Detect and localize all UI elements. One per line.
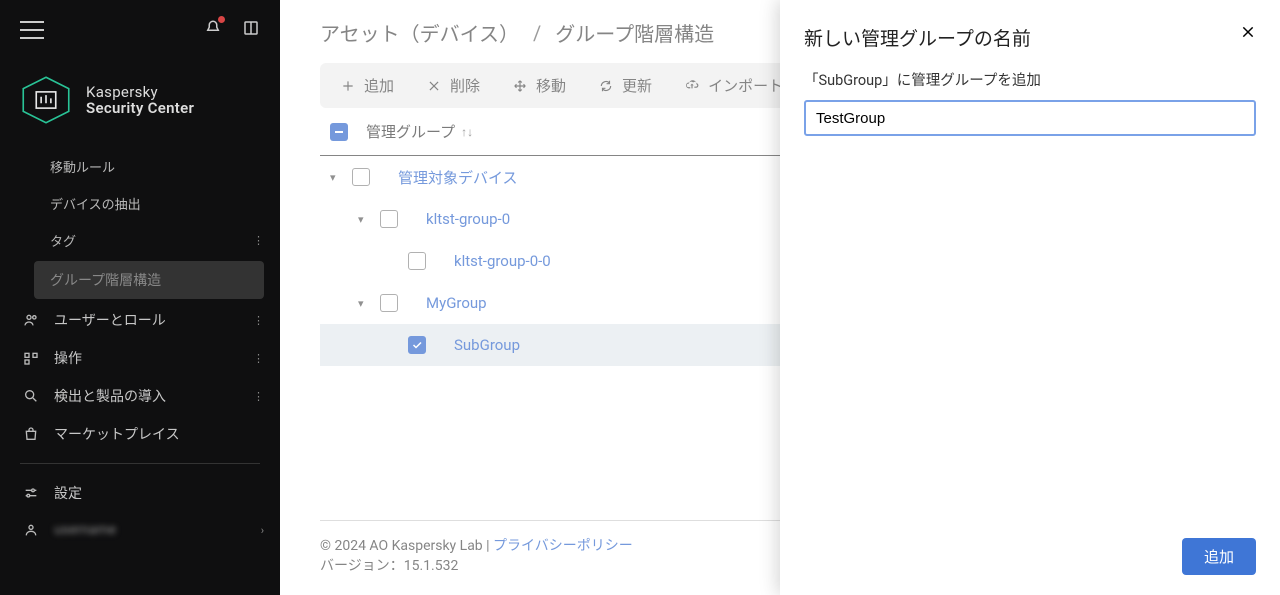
sidebar-item-label: グループ階層構造	[50, 270, 161, 290]
chevron-right-icon: ⋮	[253, 314, 264, 327]
button-label: 削除	[450, 75, 480, 96]
sidebar-item-label: 操作	[54, 348, 82, 368]
panel-title: 新しい管理グループの名前	[804, 24, 1031, 51]
button-label: インポート	[708, 75, 783, 96]
sidebar-item-label: username	[54, 522, 116, 538]
column-label: 管理グループ	[366, 121, 455, 142]
create-group-panel: 新しい管理グループの名前 「SubGroup」に管理グループを追加 追加	[780, 0, 1280, 595]
sidebar-item-label: 検出と製品の導入	[54, 386, 166, 406]
sidebar-item-group-hierarchy[interactable]: グループ階層構造	[34, 261, 264, 299]
settings-icon	[22, 484, 40, 502]
close-icon[interactable]	[1240, 24, 1256, 44]
copyright: © 2024 AO Kaspersky Lab	[320, 538, 483, 554]
caret-icon[interactable]: ▾	[330, 171, 342, 184]
sort-icon: ↑↓	[461, 125, 473, 139]
sidebar-item-settings[interactable]: 設定	[0, 474, 280, 512]
sidebar-item-move-rules[interactable]: 移動ルール	[0, 148, 280, 185]
users-icon	[22, 311, 40, 329]
hamburger-icon[interactable]	[20, 21, 44, 39]
operations-icon	[22, 349, 40, 367]
bag-icon	[22, 425, 40, 443]
sidebar-item-label: デバイスの抽出	[50, 194, 141, 213]
brand-line2: Security Center	[86, 100, 194, 117]
refresh-icon	[598, 78, 614, 94]
privacy-link[interactable]: プライバシーポリシー	[493, 538, 633, 554]
sidebar-nav: 移動ルール デバイスの抽出 タグ ⋮ グループ階層構造 ユーザーとロール ⋮ 操…	[0, 148, 280, 595]
chevron-right-icon: ⋮	[253, 352, 264, 365]
sidebar-topbar	[0, 0, 280, 60]
caret-icon[interactable]: ▾	[358, 213, 370, 226]
breadcrumb-root[interactable]: アセット（デバイス）	[320, 18, 519, 47]
plus-icon	[340, 78, 356, 94]
refresh-button[interactable]: 更新	[586, 69, 664, 102]
delete-button[interactable]: 削除	[414, 69, 492, 102]
sidebar-item-tags[interactable]: タグ ⋮	[0, 222, 280, 259]
button-label: 追加	[364, 75, 394, 96]
notifications-icon[interactable]	[204, 19, 222, 41]
sidebar-separator	[20, 463, 260, 464]
header-checkbox[interactable]	[330, 123, 348, 141]
move-icon	[512, 78, 528, 94]
sidebar-item-device-selections[interactable]: デバイスの抽出	[0, 185, 280, 222]
group-link[interactable]: SubGroup	[454, 336, 520, 354]
group-link[interactable]: 管理対象デバイス	[398, 167, 518, 188]
row-checkbox[interactable]	[380, 294, 398, 312]
chevron-right-icon: ›	[261, 524, 264, 537]
chevron-right-icon: ⋮	[253, 390, 264, 403]
row-checkbox[interactable]	[352, 168, 370, 186]
breadcrumb-current: グループ階層構造	[555, 18, 714, 47]
brand-line1: Kaspersky	[86, 84, 194, 101]
group-link[interactable]: kltst-group-0-0	[454, 252, 551, 270]
group-link[interactable]: MyGroup	[426, 294, 487, 312]
breadcrumb-separator: /	[533, 21, 541, 45]
row-checkbox[interactable]	[408, 336, 426, 354]
sidebar-item-operations[interactable]: 操作 ⋮	[0, 339, 280, 377]
row-checkbox[interactable]	[380, 210, 398, 228]
button-label: 移動	[536, 75, 566, 96]
cloud-upload-icon	[684, 78, 700, 94]
version-value: 15.1.532	[404, 558, 459, 574]
submit-button[interactable]: 追加	[1182, 538, 1256, 575]
notification-badge	[218, 16, 225, 23]
sidebar-item-users-roles[interactable]: ユーザーとロール ⋮	[0, 301, 280, 339]
button-label: 更新	[622, 75, 652, 96]
group-link[interactable]: kltst-group-0	[426, 210, 510, 228]
sidebar-item-marketplace[interactable]: マーケットプレイス	[0, 415, 280, 453]
user-icon	[22, 521, 40, 539]
close-icon	[426, 78, 442, 94]
panel-subtitle: 「SubGroup」に管理グループを追加	[804, 69, 1256, 90]
row-checkbox[interactable]	[408, 252, 426, 270]
sidebar-item-label: 設定	[54, 483, 82, 503]
sidebar-item-label: マーケットプレイス	[54, 424, 180, 444]
brand-logo-icon	[20, 74, 72, 126]
caret-icon[interactable]: ▾	[358, 297, 370, 310]
search-icon	[22, 387, 40, 405]
sidebar-item-label: ユーザーとロール	[54, 310, 166, 330]
sidebar-item-account[interactable]: username ›	[0, 512, 280, 548]
add-button[interactable]: 追加	[328, 69, 406, 102]
brand: Kaspersky Security Center	[0, 60, 280, 148]
version-label: バージョン：	[320, 558, 404, 574]
move-button[interactable]: 移動	[500, 69, 578, 102]
group-name-input[interactable]	[804, 100, 1256, 136]
chevron-right-icon: ⋮	[253, 234, 264, 247]
import-button[interactable]: インポート	[672, 69, 795, 102]
column-header-group[interactable]: 管理グループ ↑↓	[366, 121, 473, 142]
sidebar-item-discovery[interactable]: 検出と製品の導入 ⋮	[0, 377, 280, 415]
sidebar-item-label: タグ	[50, 231, 76, 250]
sidebar: Kaspersky Security Center 移動ルール デバイスの抽出 …	[0, 0, 280, 595]
sidebar-item-label: 移動ルール	[50, 157, 115, 176]
book-icon[interactable]	[242, 19, 260, 41]
